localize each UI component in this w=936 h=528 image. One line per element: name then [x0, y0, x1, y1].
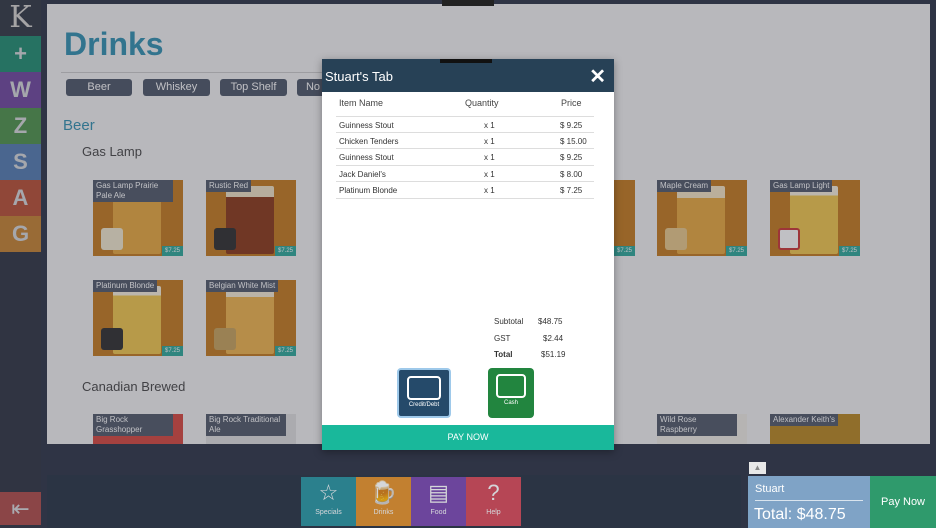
current-tab[interactable]: Stuart Total: $48.75	[748, 476, 870, 528]
tab-name: Stuart	[755, 483, 785, 495]
pay-now-side-button[interactable]: Pay Now	[870, 476, 936, 528]
column-quantity: Quantity	[465, 98, 499, 108]
credit-debit-button[interactable]: Credit/Debt	[397, 368, 451, 418]
subtotal-label: Subtotal	[494, 317, 524, 326]
table-row[interactable]: Guinness Stout x 1 $ 9.25	[336, 149, 594, 166]
table-row[interactable]: Platinum Blonde x 1 $ 7.25	[336, 182, 594, 199]
nav-specials[interactable]: ☆ Specials	[301, 477, 356, 526]
nav-food[interactable]: ▤ Food	[411, 477, 466, 526]
divider	[755, 500, 863, 501]
tab-total: Total: $48.75	[754, 506, 846, 523]
drag-handle[interactable]	[442, 0, 494, 6]
table-row[interactable]: Chicken Tenders x 1 $ 15.00	[336, 133, 594, 149]
tab-modal: Stuart's Tab ✕ Item Name Quantity Price …	[322, 59, 614, 450]
table-row[interactable]: Guinness Stout x 1 $ 9.25	[336, 116, 594, 133]
beer-icon: 🍺	[369, 480, 398, 505]
nav-drinks[interactable]: 🍺 Drinks	[356, 477, 411, 526]
gst-label: GST	[494, 334, 511, 343]
modal-header: Stuart's Tab ✕	[322, 59, 614, 92]
column-item-name: Item Name	[339, 98, 384, 108]
column-price: Price	[561, 98, 582, 108]
burger-icon: ▤	[428, 480, 449, 505]
cash-icon	[496, 374, 526, 398]
question-icon: ?	[487, 480, 500, 505]
close-icon[interactable]: ✕	[589, 64, 606, 89]
table-row[interactable]: Jack Daniel's x 1 $ 8.00	[336, 166, 594, 182]
pay-now-button[interactable]: PAY NOW	[322, 425, 614, 450]
cash-button[interactable]: Cash	[488, 368, 534, 418]
credit-card-icon	[407, 376, 441, 400]
drag-handle[interactable]	[440, 59, 492, 63]
star-icon: ☆	[318, 480, 339, 505]
gst-value: $2.44	[543, 334, 564, 343]
modal-title: Stuart's Tab	[325, 69, 394, 84]
nav-help[interactable]: ? Help	[466, 477, 521, 526]
chevron-up-icon[interactable]: ▲	[749, 462, 766, 474]
line-items: Guinness Stout x 1 $ 9.25 Chicken Tenders x…	[336, 116, 594, 199]
total-label: Total	[494, 350, 513, 359]
total-value: $51.19	[541, 350, 566, 359]
subtotal-value: $48.75	[538, 317, 563, 326]
